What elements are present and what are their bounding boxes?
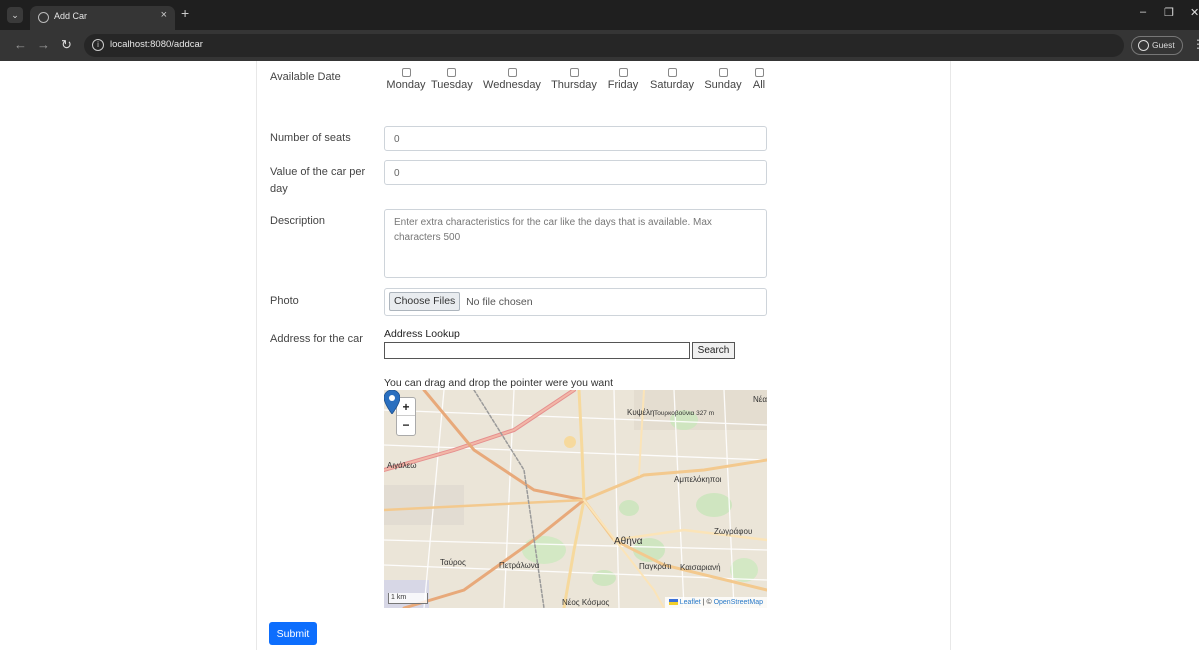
map-label-petralona: Πετράλωνα xyxy=(499,561,540,570)
reload-icon[interactable]: ↻ xyxy=(61,37,72,53)
map-label-tourkovounia: Τουρκοβούνια 327 m xyxy=(654,410,715,417)
map-label-neos-kosmos: Νέος Κόσμος xyxy=(562,598,610,607)
search-button[interactable]: Search xyxy=(692,342,735,359)
available-date-label: Available Date xyxy=(270,71,341,83)
day-sunday[interactable]: Sunday xyxy=(703,68,743,91)
checkbox[interactable] xyxy=(507,68,517,77)
value-per-day-label: Value of the car per day xyxy=(270,166,366,195)
guest-profile-button[interactable]: Guest xyxy=(1131,36,1183,55)
map-label-zografou: Ζωγράφου xyxy=(714,527,753,536)
address-bar: ← → ↻ i localhost:8080/addcar Guest ⋮ xyxy=(0,30,1199,61)
map-label-nea: Νέα xyxy=(753,395,767,404)
photo-file-input[interactable]: Choose Files No file chosen xyxy=(384,288,767,316)
tab-add-car[interactable]: Add Car × xyxy=(30,6,175,30)
tab-search-icon[interactable]: ⌄ xyxy=(7,7,23,23)
map-attribution: Leaflet | © OpenStreetMap xyxy=(664,597,767,608)
ukraine-flag-icon xyxy=(668,599,678,606)
day-wednesday[interactable]: Wednesday xyxy=(482,68,542,91)
back-icon[interactable]: ← xyxy=(14,37,27,52)
close-window-icon[interactable]: ✕ xyxy=(1190,6,1199,19)
day-saturday[interactable]: Saturday xyxy=(647,68,697,91)
guest-label: Guest xyxy=(1152,40,1175,50)
value-per-day-input[interactable]: 0 xyxy=(384,160,767,185)
no-file-text: No file chosen xyxy=(466,295,533,308)
tab-title: Add Car xyxy=(54,11,88,21)
day-thursday[interactable]: Thursday xyxy=(549,68,599,91)
description-label: Description xyxy=(270,215,326,227)
map-marker-icon[interactable] xyxy=(384,390,400,414)
location-map[interactable]: Κυψέλη Τουρκοβούνια 327 m Αιγάλεω Αμπελό… xyxy=(384,390,767,608)
globe-icon xyxy=(38,12,49,23)
leaflet-link[interactable]: Leaflet xyxy=(680,599,701,606)
map-label-kaisariani: Καισαριανή xyxy=(680,563,721,572)
site-info-icon[interactable]: i xyxy=(92,39,104,51)
url-omnibox[interactable]: i localhost:8080/addcar xyxy=(84,34,1124,57)
checkbox[interactable] xyxy=(618,68,628,77)
checkbox[interactable] xyxy=(754,68,764,77)
submit-button[interactable]: Submit xyxy=(269,622,317,645)
choose-files-button[interactable]: Choose Files xyxy=(389,292,461,311)
checkbox[interactable] xyxy=(569,68,579,77)
seats-input[interactable]: 0 xyxy=(384,126,767,151)
description-textarea[interactable]: Enter extra characteristics for the car … xyxy=(384,209,767,278)
address-label: Address for the car xyxy=(270,333,363,345)
profile-icon xyxy=(1138,40,1149,51)
address-lookup-input[interactable] xyxy=(384,342,690,359)
zoom-out-button[interactable]: − xyxy=(397,416,415,434)
map-label-ampelokipoi: Αμπελόκηποι xyxy=(674,475,722,484)
day-monday[interactable]: Monday xyxy=(381,68,431,91)
checkbox[interactable] xyxy=(667,68,677,77)
checkbox[interactable] xyxy=(718,68,728,77)
map-label-pagkrati: Παγκράτι xyxy=(639,562,672,571)
forward-icon[interactable]: → xyxy=(37,37,50,52)
map-label-tavros: Ταύρος xyxy=(440,558,466,567)
new-tab-icon[interactable]: + xyxy=(181,5,189,21)
openstreetmap-link[interactable]: OpenStreetMap xyxy=(714,599,763,606)
seats-label: Number of seats xyxy=(270,132,351,144)
drag-hint-text: You can drag and drop the pointer were y… xyxy=(384,377,614,389)
map-scale: 1 km xyxy=(388,593,428,604)
day-tuesday[interactable]: Tuesday xyxy=(431,68,473,91)
url-text: localhost:8080/addcar xyxy=(110,39,203,50)
day-friday[interactable]: Friday xyxy=(606,68,640,91)
map-label-athens: Αθήνα xyxy=(614,536,643,547)
map-label-kypseli: Κυψέλη xyxy=(627,408,655,417)
browser-tab-bar: ⌄ Add Car × + – ❐ ✕ xyxy=(0,0,1199,30)
menu-icon[interactable]: ⋮ xyxy=(1192,37,1199,51)
restore-icon[interactable]: ❐ xyxy=(1164,6,1174,19)
address-lookup-title: Address Lookup xyxy=(384,328,460,340)
checkbox[interactable] xyxy=(446,68,456,77)
photo-label: Photo xyxy=(270,295,299,307)
minimize-icon[interactable]: – xyxy=(1140,6,1146,18)
map-label-aigaleo: Αιγάλεω xyxy=(387,461,417,470)
close-tab-icon[interactable]: × xyxy=(161,9,167,21)
checkbox[interactable] xyxy=(401,68,411,77)
attribution-separator: | © xyxy=(702,599,712,606)
day-all[interactable]: All xyxy=(749,68,769,91)
map-tiles xyxy=(384,390,767,608)
